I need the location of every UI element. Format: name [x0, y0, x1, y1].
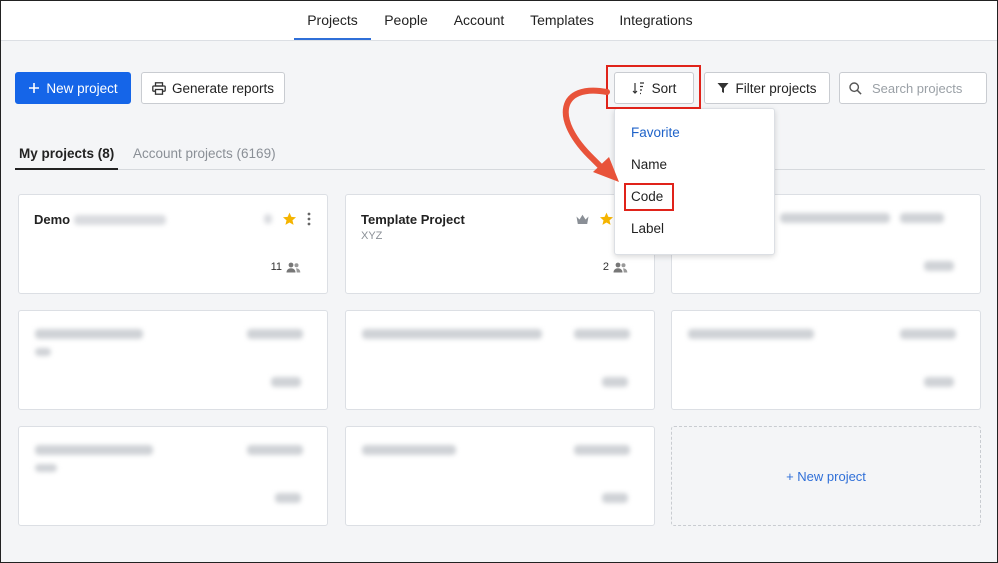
plus-icon: [29, 83, 40, 93]
nav-tab-account[interactable]: Account: [447, 1, 511, 38]
people-icon: [613, 262, 628, 272]
redacted-code: [35, 464, 57, 472]
more-options-icon[interactable]: [307, 212, 311, 226]
search-icon: [849, 81, 862, 95]
search-input[interactable]: [870, 79, 982, 97]
redacted-icon: [264, 214, 272, 224]
new-project-label: New project: [46, 80, 118, 96]
filter-projects-button[interactable]: Filter projects: [704, 72, 830, 104]
redacted-count: [924, 377, 954, 387]
redacted-count: [271, 377, 301, 387]
card-actions: [264, 212, 311, 226]
new-project-card[interactable]: + New project: [671, 426, 981, 526]
nav-tab-projects[interactable]: Projects: [294, 1, 371, 40]
generate-reports-button[interactable]: Generate reports: [141, 72, 285, 104]
sort-option-favorite[interactable]: Favorite: [631, 125, 680, 140]
filter-projects-label: Filter projects: [735, 80, 817, 96]
app-frame: Projects People Account Templates Integr…: [0, 0, 998, 563]
new-project-button[interactable]: New project: [15, 72, 131, 104]
redacted-count: [924, 261, 954, 271]
sort-option-name[interactable]: Name: [631, 157, 667, 172]
card-actions: [576, 212, 614, 226]
sort-option-label[interactable]: Label: [631, 221, 664, 236]
nav-tab-integrations[interactable]: Integrations: [613, 1, 699, 38]
redacted-text: [362, 329, 542, 339]
generate-reports-label: Generate reports: [171, 80, 275, 96]
redacted-text: [780, 213, 890, 223]
project-subtabs: My projects (8) Account projects (6169): [15, 138, 985, 170]
member-count: 11: [271, 261, 301, 273]
redacted-count: [602, 493, 628, 503]
project-card-redacted[interactable]: [18, 310, 328, 410]
redacted-count: [275, 493, 301, 503]
redacted-icons: [574, 445, 630, 455]
sort-icon: [632, 82, 644, 95]
redacted-text: [35, 445, 153, 455]
redacted-icons: [900, 329, 956, 339]
member-count: 2: [603, 261, 628, 273]
project-card-demo[interactable]: Demo 11: [18, 194, 328, 294]
annotation-arrow: [562, 87, 619, 182]
member-count-value: 2: [602, 261, 609, 273]
search-box[interactable]: [839, 72, 987, 104]
tab-account-projects[interactable]: Account projects (6169): [133, 146, 276, 161]
nav-tab-templates[interactable]: Templates: [525, 1, 599, 38]
star-icon[interactable]: [282, 212, 297, 226]
project-card-template[interactable]: Template Project XYZ 2: [345, 194, 655, 294]
card-title: Template Project: [361, 212, 465, 227]
project-card-redacted[interactable]: [671, 310, 981, 410]
redacted-icons: [247, 445, 303, 455]
redacted-icons: [574, 329, 630, 339]
nav-tab-people[interactable]: People: [378, 1, 434, 38]
redacted-code: [35, 348, 51, 356]
card-code: XYZ: [361, 230, 383, 242]
tab-my-projects[interactable]: My projects (8): [15, 146, 119, 170]
filter-icon: [717, 83, 729, 93]
sort-dropdown-menu: Favorite Name Code Label: [614, 108, 775, 255]
project-card-redacted[interactable]: [345, 310, 655, 410]
star-icon[interactable]: [599, 212, 614, 226]
project-card-redacted[interactable]: [345, 426, 655, 526]
redacted-icons: [900, 213, 944, 223]
redacted-text: [362, 445, 456, 455]
sort-label: Sort: [651, 80, 677, 96]
printer-icon: [152, 81, 166, 95]
people-icon: [286, 262, 301, 272]
redacted-text: [688, 329, 814, 339]
card-title-row: Demo: [34, 212, 167, 227]
redacted-text: [35, 329, 143, 339]
redacted-count: [602, 377, 628, 387]
sort-option-code[interactable]: Code: [631, 189, 663, 204]
redacted-text: [74, 214, 167, 225]
project-card-redacted[interactable]: [18, 426, 328, 526]
new-project-card-label: + New project: [786, 468, 866, 484]
crown-icon: [576, 214, 589, 224]
redacted-icons: [247, 329, 303, 339]
card-title: Demo: [34, 212, 71, 227]
member-count-value: 11: [270, 261, 282, 273]
top-navigation: Projects People Account Templates Integr…: [1, 1, 997, 41]
